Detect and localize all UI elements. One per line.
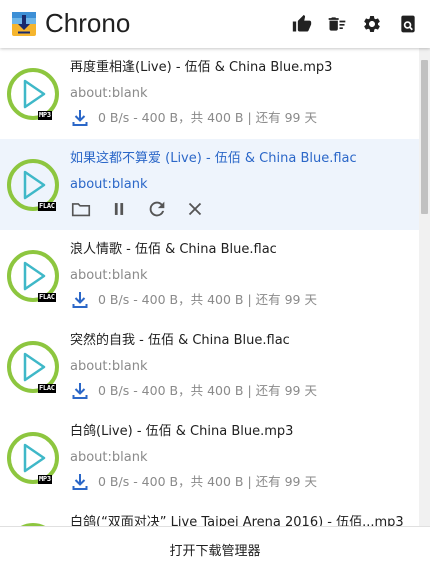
play-triangle xyxy=(23,443,46,473)
status-row: 0 B/s - 400 B，共 400 B | 还有 99 天 xyxy=(72,382,317,400)
file-name[interactable]: 浪人情歌 - 伍佰 & China Blue.flac xyxy=(70,241,410,259)
search-icon xyxy=(401,15,415,33)
app-header: Chrono xyxy=(0,0,430,48)
download-item[interactable]: FLAC 如果这都不算爱 (Live) - 伍佰 & China Blue.fla… xyxy=(0,139,419,231)
download-item[interactable]: MP3 白鸽(Live) - 伍佰 & China Blue.mp3 about:b… xyxy=(0,412,419,504)
status-row: 0 B/s - 400 B，共 400 B | 还有 99 天 xyxy=(72,473,317,491)
download-icon xyxy=(72,292,88,308)
folder-icon xyxy=(71,203,91,217)
trash-icon xyxy=(328,17,346,31)
footer-label: 打开下载管理器 xyxy=(169,543,261,559)
app-title: Chrono xyxy=(45,8,131,38)
file-thumbnail[interactable]: MP3 xyxy=(6,431,60,485)
file-type-badge: MP3 xyxy=(38,475,52,484)
status-row: 0 B/s - 400 B，共 400 B | 还有 99 天 xyxy=(72,291,317,309)
clear-downloads-button[interactable] xyxy=(325,12,349,36)
file-type-badge: FLAC xyxy=(38,293,56,302)
file-url[interactable]: about:blank xyxy=(70,176,148,194)
pause-button[interactable] xyxy=(108,198,130,220)
settings-icon xyxy=(364,15,380,32)
settings-button[interactable] xyxy=(360,12,384,36)
status-text: 0 B/s - 400 B，共 400 B | 还有 99 天 xyxy=(98,110,317,125)
status-row: 0 B/s - 400 B，共 400 B | 还有 99 天 xyxy=(72,109,317,127)
download-item[interactable]: 白鸽(“双面对决” Live Taipei Arena 2016) - 伍佰..… xyxy=(0,503,419,526)
refresh-icon xyxy=(149,201,165,217)
download-item[interactable]: MP3 再度重相逢(Live) - 伍佰 & China Blue.mp3 abou… xyxy=(0,48,419,140)
play-icon xyxy=(7,432,59,484)
download-item[interactable]: FLAC 浪人情歌 - 伍佰 & China Blue.flac about:bla… xyxy=(0,230,419,322)
file-url[interactable]: about:blank xyxy=(70,267,148,285)
show-in-folder-button[interactable] xyxy=(70,198,92,220)
item-actions xyxy=(70,197,222,221)
play-triangle xyxy=(23,79,46,109)
thumbs-up-icon xyxy=(292,14,312,32)
download-item[interactable]: FLAC 突然的自我 - 伍佰 & China Blue.flac about:bl… xyxy=(0,321,419,413)
file-thumbnail[interactable]: FLAC xyxy=(6,340,60,394)
file-name[interactable]: 突然的自我 - 伍佰 & China Blue.flac xyxy=(70,332,410,350)
play-triangle xyxy=(23,170,46,200)
download-icon xyxy=(72,110,88,126)
play-triangle xyxy=(23,261,46,291)
scrollbar[interactable] xyxy=(419,48,430,526)
file-name[interactable]: 白鸽(“双面对决” Live Taipei Arena 2016) - 伍佰..… xyxy=(70,514,410,526)
file-url[interactable]: about:blank xyxy=(70,449,148,467)
file-name[interactable]: 再度重相逢(Live) - 伍佰 & China Blue.mp3 xyxy=(70,59,410,77)
file-type-badge: MP3 xyxy=(38,111,52,120)
file-url[interactable]: about:blank xyxy=(70,85,148,103)
cancel-button[interactable] xyxy=(184,198,206,220)
file-name[interactable]: 白鸽(Live) - 伍佰 & China Blue.mp3 xyxy=(70,423,410,441)
thumbs-up-button[interactable] xyxy=(290,12,314,36)
play-icon xyxy=(7,68,59,120)
download-icon xyxy=(72,383,88,399)
pause-icon xyxy=(114,203,124,215)
status-text: 0 B/s - 400 B，共 400 B | 还有 99 天 xyxy=(98,383,317,398)
download-list: MP3 再度重相逢(Live) - 伍佰 & China Blue.mp3 abou… xyxy=(0,48,419,526)
open-download-manager-button[interactable]: 打开下载管理器 xyxy=(0,526,430,571)
search-button[interactable] xyxy=(396,12,420,36)
file-thumbnail[interactable]: FLAC xyxy=(6,249,60,303)
file-type-badge: FLAC xyxy=(38,202,56,211)
scrollbar-thumb[interactable] xyxy=(421,60,428,214)
file-name[interactable]: 如果这都不算爱 (Live) - 伍佰 & China Blue.flac xyxy=(70,150,410,168)
status-text: 0 B/s - 400 B，共 400 B | 还有 99 天 xyxy=(98,474,317,489)
file-thumbnail[interactable]: MP3 xyxy=(6,67,60,121)
file-thumbnail[interactable]: FLAC xyxy=(6,158,60,212)
status-text: 0 B/s - 400 B，共 400 B | 还有 99 天 xyxy=(98,292,317,307)
play-triangle xyxy=(23,352,46,382)
file-url[interactable]: about:blank xyxy=(70,358,148,376)
download-icon xyxy=(72,474,88,490)
close-icon xyxy=(188,202,202,216)
file-type-badge: FLAC xyxy=(38,384,56,393)
chrono-logo-icon xyxy=(12,12,36,36)
retry-button[interactable] xyxy=(146,198,168,220)
